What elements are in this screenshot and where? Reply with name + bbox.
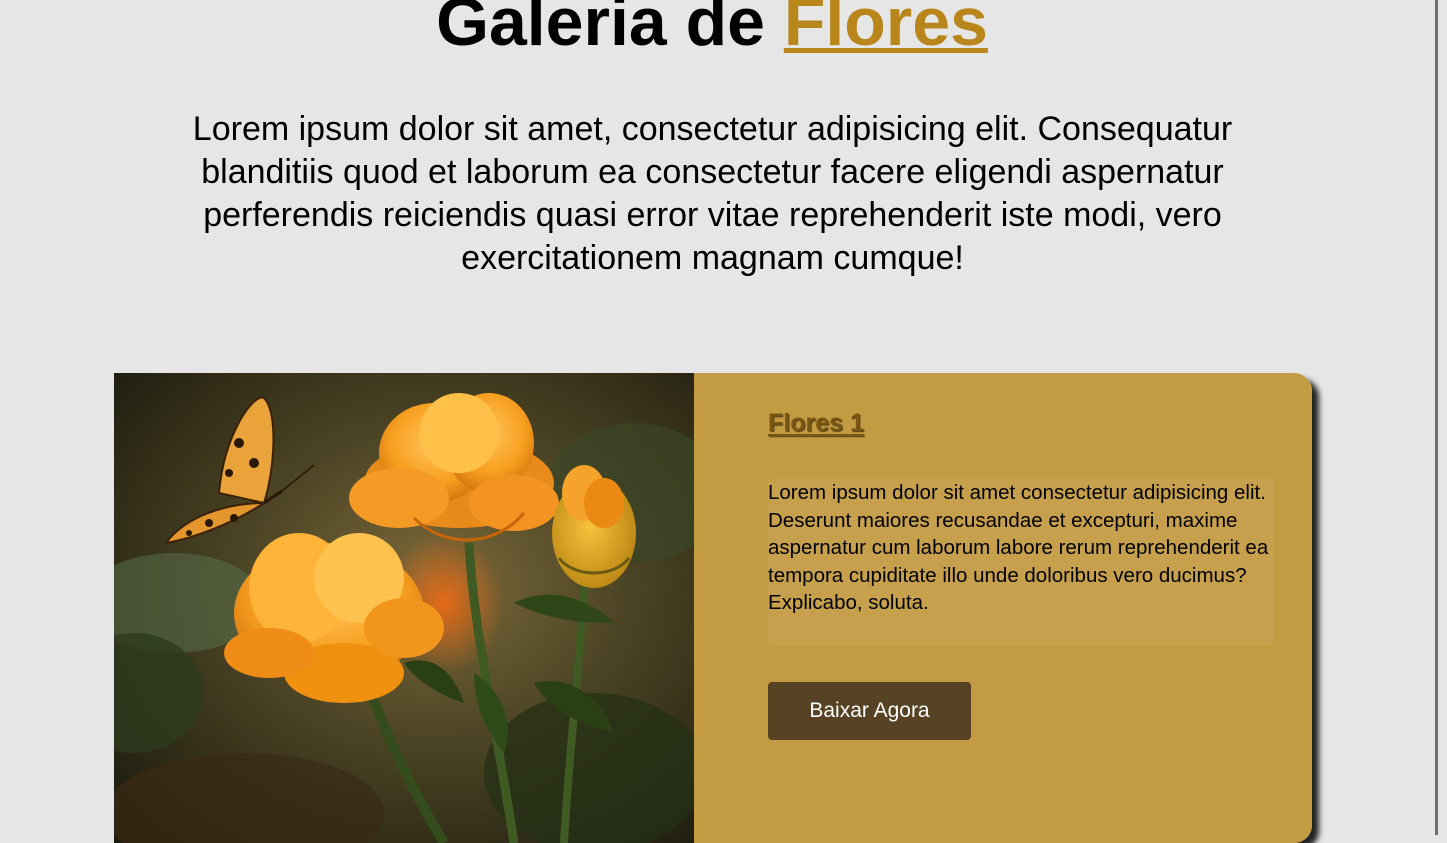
download-button[interactable]: Baixar Agora [768,682,971,740]
flower-photo [114,373,694,843]
page-title-main: Galeria de [436,0,784,60]
page-title: Galeria de Flores [0,0,1424,62]
gallery-card: Flores 1 Lorem ipsum dolor sit amet cons… [114,373,1312,843]
window-edge [1435,0,1438,835]
page-title-accent: Flores [783,0,988,60]
card-title-link[interactable]: Flores 1 [768,409,864,438]
flower-photo-illustration [114,373,694,843]
page-header: Galeria de Flores [0,0,1424,62]
card-content: Flores 1 Lorem ipsum dolor sit amet cons… [694,373,1312,843]
card-description: Lorem ipsum dolor sit amet consectetur a… [768,479,1274,645]
intro-paragraph: Lorem ipsum dolor sit amet, consectetur … [192,110,1233,277]
